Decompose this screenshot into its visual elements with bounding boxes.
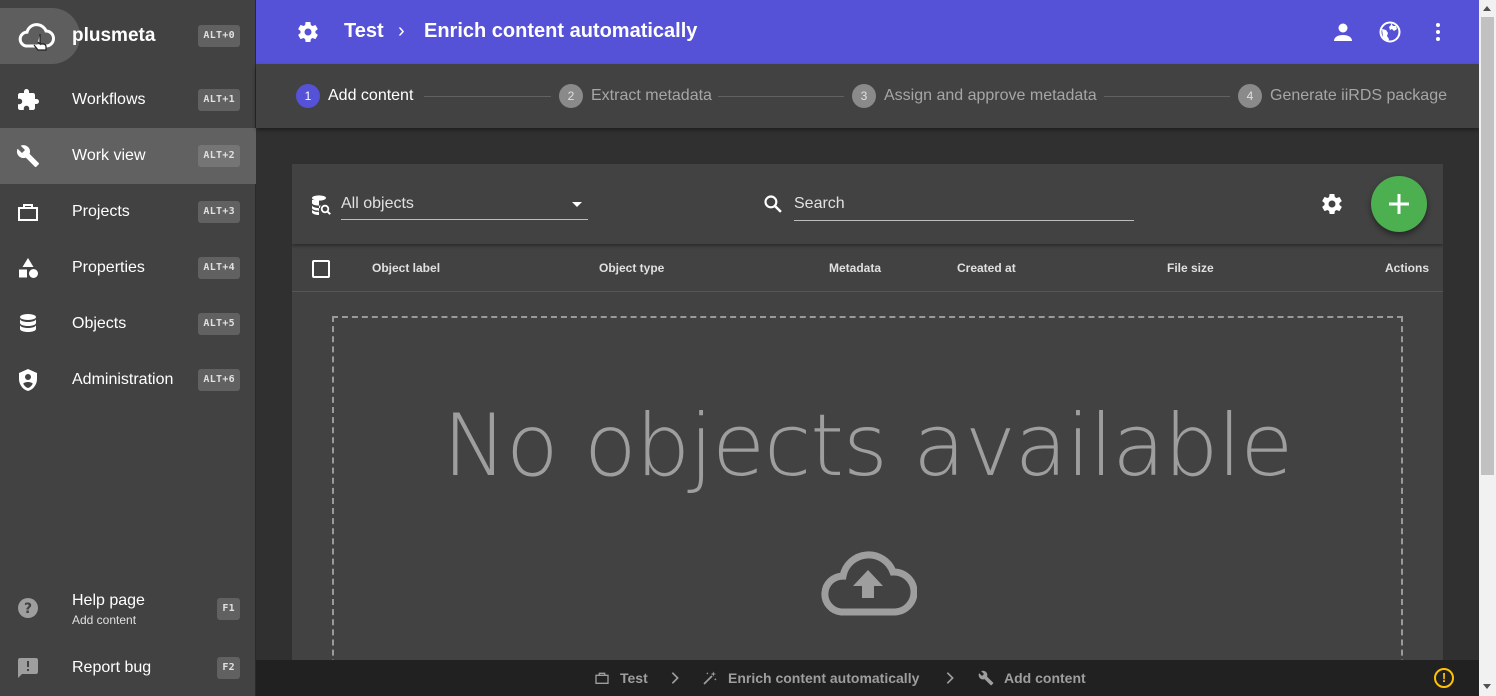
- shortcut-badge: F2: [217, 657, 240, 679]
- wrench-icon: [16, 145, 39, 167]
- sidebar-item-workflows[interactable]: Workflows ALT+1: [0, 72, 256, 128]
- breadcrumb-separator: ›: [398, 20, 405, 42]
- shortcut-badge: ALT+5: [198, 313, 240, 335]
- sidebar-item-label: Workflows: [72, 91, 146, 108]
- step-number: 4: [1238, 84, 1262, 108]
- step-connector: [1104, 96, 1230, 97]
- sidebar-item-label: Properties: [72, 259, 145, 276]
- gear-icon[interactable]: [296, 20, 320, 44]
- sidebar-item-objects[interactable]: Objects ALT+5: [0, 296, 256, 352]
- table-header: Object label Object type Metadata Create…: [292, 244, 1443, 292]
- scroll-down-arrow-icon[interactable]: [1483, 684, 1491, 689]
- cloud-icon: [18, 23, 55, 51]
- shortcut-badge: ALT+2: [198, 145, 240, 167]
- step-add-content[interactable]: 1 Add content: [296, 84, 413, 108]
- shortcut-badge: ALT+6: [198, 369, 240, 391]
- magic-wand-icon: [703, 671, 717, 685]
- step-number: 3: [852, 84, 876, 108]
- workflow-stepper: 1 Add content 2 Extract metadata 3 Assig…: [256, 64, 1479, 128]
- step-generate-package[interactable]: 4 Generate iiRDS package: [1238, 84, 1447, 108]
- column-header: Actions: [1385, 261, 1430, 275]
- status-crumb-workflow[interactable]: Enrich content automatically: [728, 670, 919, 686]
- search-icon: [764, 195, 782, 213]
- step-extract-metadata[interactable]: 2 Extract metadata: [559, 84, 712, 108]
- sidebar-item-administration[interactable]: Administration ALT+6: [0, 352, 256, 408]
- help-icon: ?: [18, 598, 38, 618]
- shield-icon: [19, 369, 37, 391]
- object-filter-select[interactable]: All objects: [341, 192, 588, 220]
- step-label: Assign and approve metadata: [884, 87, 1097, 104]
- object-filter-value: All objects: [341, 195, 414, 212]
- step-connector: [718, 96, 844, 97]
- warning-icon[interactable]: !: [1434, 668, 1454, 688]
- sidebar-item-label: Projects: [72, 203, 130, 220]
- objects-toolbar: All objects: [292, 164, 1443, 244]
- feedback-icon: [18, 658, 38, 678]
- cloud-upload-icon: [821, 551, 917, 616]
- more-vert-icon[interactable]: [1426, 20, 1450, 44]
- globe-icon[interactable]: [1378, 20, 1402, 44]
- plus-icon: [1389, 194, 1409, 214]
- chevron-right-icon: [946, 672, 954, 684]
- app-brand[interactable]: plusmeta ALT+0: [0, 8, 256, 64]
- briefcase-icon: [595, 672, 609, 684]
- chevron-down-icon: [572, 202, 582, 207]
- column-header[interactable]: Object type: [599, 261, 664, 275]
- sidebar-item-work-view[interactable]: Work view ALT+2: [0, 128, 256, 184]
- shortcut-badge: F1: [217, 598, 240, 620]
- database-search-icon: [312, 195, 331, 215]
- sidebar-item-help[interactable]: ? Help page Add content F1: [0, 580, 256, 636]
- shortcut-badge: ALT+4: [198, 257, 240, 279]
- database-icon: [20, 314, 36, 332]
- account-icon[interactable]: [1331, 20, 1355, 44]
- page-title: Enrich content automatically: [424, 20, 698, 42]
- shortcut-badge: ALT+0: [198, 25, 240, 47]
- help-label: Help page: [72, 592, 145, 609]
- sidebar-item-properties[interactable]: Properties ALT+4: [0, 240, 256, 296]
- app-name: plusmeta: [72, 25, 156, 46]
- wrench-icon: [978, 670, 994, 686]
- step-label: Extract metadata: [591, 87, 712, 104]
- sidebar-item-label: Objects: [72, 315, 127, 332]
- sidebar-item-label: Administration: [72, 371, 174, 388]
- scrollbar-thumb[interactable]: [1481, 17, 1494, 475]
- sidebar-item-label: Work view: [72, 147, 146, 164]
- status-bar: Test Enrich content automatically Add co…: [256, 660, 1479, 696]
- scroll-up-arrow-icon[interactable]: [1483, 6, 1491, 11]
- select-all-checkbox[interactable]: [312, 260, 330, 278]
- column-header[interactable]: Object label: [372, 261, 440, 275]
- help-context: Add content: [72, 613, 137, 627]
- table-settings-icon[interactable]: [1320, 192, 1344, 216]
- sidebar-item-label: Report bug: [72, 659, 152, 676]
- step-number: 1: [296, 84, 320, 108]
- status-crumb-project[interactable]: Test: [620, 670, 648, 686]
- header-bar: Test › Enrich content automatically: [256, 0, 1479, 64]
- empty-state-message: No objects available: [442, 396, 1294, 496]
- search-field[interactable]: [794, 192, 1134, 221]
- step-number: 2: [559, 84, 583, 108]
- shapes-icon: [19, 258, 38, 278]
- search-input[interactable]: [794, 192, 1134, 216]
- chevron-right-icon: [671, 672, 679, 684]
- briefcase-icon: [18, 204, 38, 221]
- upload-dropzone[interactable]: No objects available: [332, 316, 1403, 660]
- step-label: Generate iiRDS package: [1270, 87, 1447, 104]
- step-assign-metadata[interactable]: 3 Assign and approve metadata: [852, 84, 1097, 108]
- objects-card: All objects Object label Object type Met…: [292, 164, 1443, 660]
- sidebar-item-report-bug[interactable]: Report bug F2: [0, 640, 256, 696]
- column-header[interactable]: Created at: [957, 261, 1016, 275]
- shortcut-badge: ALT+3: [198, 201, 240, 223]
- step-label: Add content: [328, 87, 414, 104]
- add-object-button[interactable]: [1371, 176, 1427, 232]
- status-crumb-step[interactable]: Add content: [1004, 670, 1086, 686]
- breadcrumb-project[interactable]: Test: [344, 20, 384, 43]
- column-header[interactable]: File size: [1167, 261, 1214, 275]
- puzzle-icon: [18, 89, 39, 110]
- svg-text:?: ?: [24, 601, 32, 617]
- step-connector: [424, 96, 551, 97]
- sidebar-item-projects[interactable]: Projects ALT+3: [0, 184, 256, 240]
- column-header[interactable]: Metadata: [829, 261, 881, 275]
- sidebar: plusmeta ALT+0 Workflows ALT+1 Work view…: [0, 0, 256, 696]
- shortcut-badge: ALT+1: [198, 89, 240, 111]
